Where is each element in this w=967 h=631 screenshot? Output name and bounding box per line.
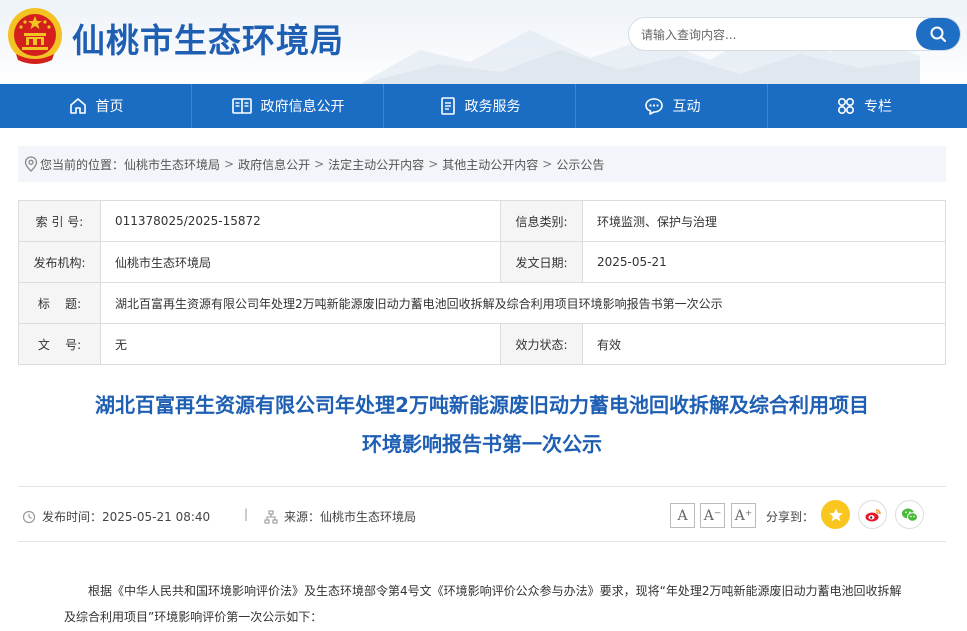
weibo-icon (865, 508, 881, 521)
search-button[interactable] (916, 18, 960, 50)
article-title: 湖北百富再生资源有限公司年处理2万吨新能源废旧动力蓄电池回收拆解及综合利用项目 … (18, 386, 946, 464)
doc-no-label: 文 号: (18, 323, 101, 365)
publish-time-label: 发布时间： (42, 510, 103, 524)
date-value: 2025-05-21 (582, 241, 946, 283)
national-emblem-icon (8, 8, 62, 64)
breadcrumb: 您当前的位置： 仙桃市生态环境局 > 政府信息公开 > 法定主动公开内容 > 其… (18, 146, 946, 182)
breadcrumb-item-other[interactable]: 其他主动公开内容 (442, 156, 538, 173)
table-row: 标 题: 湖北百富再生资源有限公司年处理2万吨新能源废旧动力蓄电池回收拆解及综合… (18, 282, 946, 324)
font-increase-button[interactable]: A⁺ (731, 503, 756, 528)
article-title-line: 环境影响报告书第一次公示 (362, 432, 602, 456)
nav-label: 专栏 (864, 99, 892, 115)
category-value: 环境监测、保护与治理 (582, 200, 946, 242)
body-paragraph: 根据《中华人民共和国环境影响评价法》及生态环境部令第4号文《环境影响评价公众参与… (64, 584, 902, 624)
search-box (628, 17, 961, 51)
source-label: 来源： (284, 510, 321, 524)
title-value: 湖北百富再生资源有限公司年处理2万吨新能源废旧动力蓄电池回收拆解及综合利用项目环… (100, 282, 946, 324)
index-label: 索 引 号: (18, 200, 101, 242)
search-input[interactable] (641, 25, 911, 45)
status-value: 有效 (582, 323, 946, 365)
breadcrumb-separator: > (542, 157, 553, 171)
font-decrease-button[interactable]: A⁻ (700, 503, 725, 528)
index-value: 011378025/2025-15872 (100, 200, 501, 242)
share-label: 分享到： (766, 510, 815, 524)
nav-label: 互动 (672, 99, 701, 115)
home-icon (69, 98, 86, 114)
nav-label: 首页 (95, 99, 124, 115)
share-weibo-button[interactable] (858, 500, 887, 529)
table-row: 发布机构: 仙桃市生态环境局 发文日期: 2025-05-21 (18, 241, 946, 283)
nav-label: 政务服务 (464, 99, 521, 115)
article-source: 来源： 仙桃市生态环境局 (264, 508, 416, 525)
page: 仙桃市生态环境局 首页 政府信息公开 政务服务 互动 (0, 0, 967, 631)
source-value: 仙桃市生态环境局 (320, 510, 417, 524)
publish-time: 发布时间： 2025-05-21 08:40 (22, 508, 210, 525)
table-row: 索 引 号: 011378025/2025-15872 信息类别: 环境监测、保… (18, 200, 946, 242)
article-meta-bar: 发布时间： 2025-05-21 08:40 | 来源： 仙桃市生态环境局 A … (18, 486, 946, 542)
publisher-label: 发布机构: (18, 241, 101, 283)
breadcrumb-item-announcement[interactable]: 公示公告 (556, 156, 604, 173)
nav-item-gov-info[interactable]: 政府信息公开 (192, 84, 384, 128)
site-header: 仙桃市生态环境局 (0, 0, 967, 84)
breadcrumb-separator: > (428, 157, 439, 171)
grid-icon (837, 97, 855, 115)
share-wechat-button[interactable] (895, 500, 924, 529)
category-label: 信息类别: (500, 200, 583, 242)
breadcrumb-item-gov-info[interactable]: 政府信息公开 (238, 156, 310, 173)
publish-time-value: 2025-05-21 08:40 (102, 509, 211, 524)
title-label: 标 题: (18, 282, 101, 324)
breadcrumb-prefix: 您当前的位置： (40, 157, 125, 172)
article-body: 根据《中华人民共和国环境影响评价法》及生态环境部令第4号文《环境影响评价公众参与… (64, 578, 904, 630)
nav-label: 政府信息公开 (260, 99, 345, 115)
location-icon (24, 156, 38, 172)
doc-no-value: 无 (100, 323, 501, 365)
breadcrumb-separator: > (224, 157, 235, 171)
main-nav: 首页 政府信息公开 政务服务 互动 专栏 (0, 84, 967, 128)
wechat-icon (901, 508, 918, 522)
book-icon (231, 98, 252, 114)
publisher-value: 仙桃市生态环境局 (100, 241, 501, 283)
status-label: 效力状态: (500, 323, 583, 365)
clock-icon (22, 510, 36, 523)
nav-item-interaction[interactable]: 互动 (576, 84, 768, 128)
site-title[interactable]: 仙桃市生态环境局 (72, 14, 344, 62)
star-icon (828, 508, 843, 521)
breadcrumb-separator: > (314, 157, 325, 171)
nav-item-home[interactable]: 首页 (0, 84, 192, 128)
breadcrumb-item-statutory[interactable]: 法定主动公开内容 (328, 156, 424, 173)
date-label: 发文日期: (500, 241, 583, 283)
article-title-line: 湖北百富再生资源有限公司年处理2万吨新能源废旧动力蓄电池回收拆解及综合利用项目 (95, 393, 869, 417)
font-normal-button[interactable]: A (670, 503, 695, 528)
sitemap-icon (264, 509, 278, 524)
share-favorite-button[interactable] (821, 500, 850, 529)
table-row: 文 号: 无 效力状态: 有效 (18, 323, 946, 365)
breadcrumb-item-site[interactable]: 仙桃市生态环境局 (124, 156, 220, 173)
meta-divider: | (244, 507, 249, 521)
document-info-table: 索 引 号: 011378025/2025-15872 信息类别: 环境监测、保… (18, 200, 946, 365)
document-icon (440, 97, 455, 115)
search-icon (930, 26, 946, 42)
chat-icon (644, 98, 663, 115)
nav-item-columns[interactable]: 专栏 (768, 84, 960, 128)
nav-item-services[interactable]: 政务服务 (384, 84, 576, 128)
